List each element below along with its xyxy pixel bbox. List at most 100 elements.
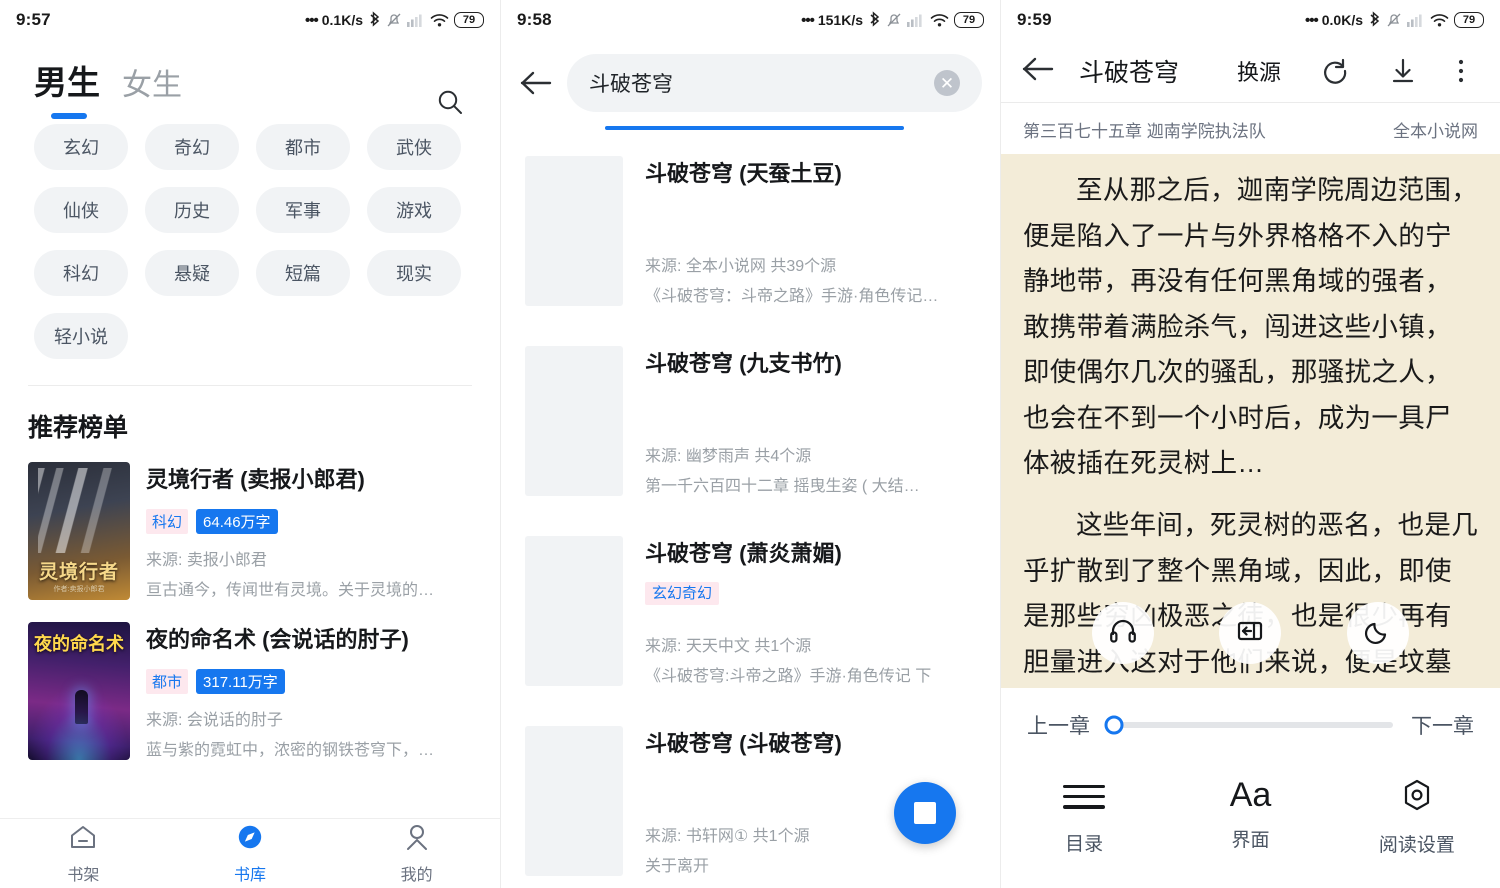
chip-category[interactable]: 现实 [367, 250, 461, 296]
recommended-book-list: 灵境行者 作者:卖报小郎君 灵境行者 (卖报小郎君) 科幻 64.46万字 来源… [0, 450, 500, 770]
book-cover: 灵境行者 作者:卖报小郎君 [28, 462, 130, 600]
status-clock: 9:58 [517, 10, 552, 29]
tab-active-underline [51, 113, 87, 119]
status-clock: 9:59 [1017, 10, 1052, 29]
tab-female-label: 女生 [122, 69, 182, 102]
result-title: 斗破苍穹 (九支书竹) [645, 351, 842, 376]
list-item[interactable]: 灵境行者 作者:卖报小郎君 灵境行者 (卖报小郎君) 科幻 64.46万字 来源… [20, 450, 480, 610]
signal-bars-icon [407, 12, 425, 28]
tool-label: 目录 [1065, 833, 1104, 855]
chip-category[interactable]: 悬疑 [145, 250, 239, 296]
battery-icon: 79 [954, 12, 984, 28]
chip-category[interactable]: 军事 [256, 187, 350, 233]
tab-male[interactable]: 男生 [34, 56, 100, 119]
status-net-speed: 0.1K/s [321, 12, 363, 28]
search-icon[interactable] [436, 88, 464, 121]
chip-category[interactable]: 短篇 [256, 250, 350, 296]
chip-category[interactable]: 都市 [256, 124, 350, 170]
status-net-speed: 0.0K/s [1321, 12, 1363, 28]
tab-female[interactable]: 女生 [122, 60, 182, 108]
next-chapter-button[interactable]: 下一章 [1411, 710, 1474, 740]
slider-knob[interactable] [1104, 715, 1124, 735]
status-clock: 9:57 [16, 10, 51, 29]
list-item[interactable]: 夜的命名术 夜的命名术 (会说话的肘子) 都市 317.11万字 来源: 会说话… [20, 610, 480, 770]
prev-chapter-button[interactable]: 上一章 [1027, 710, 1090, 740]
listen-button[interactable] [1091, 602, 1154, 664]
bell-muted-icon [1386, 11, 1402, 29]
search-app-bar: 斗破苍穹 ✕ [501, 40, 1000, 118]
night-mode-button[interactable] [1347, 602, 1410, 664]
genre-badge: 玄幻奇幻 [645, 582, 720, 605]
word-count-badge: 64.46万字 [196, 508, 278, 534]
search-input-value: 斗破苍穹 [589, 73, 673, 96]
headphones-icon [1108, 616, 1138, 651]
result-latest-chapter: 《斗破苍穹:斗帝之路》手游·角色传记 下 [645, 668, 932, 685]
genre-badge: 科幻 [146, 508, 189, 534]
chip-category[interactable]: 武侠 [367, 124, 461, 170]
table-row[interactable]: 斗破苍穹 (萧炎萧媚) 玄幻奇幻 来源: 天天中文 共1个源 《斗破苍穹:斗帝之… [501, 516, 1000, 706]
battery-icon: 79 [454, 12, 484, 28]
settings-gear-icon [1400, 778, 1434, 817]
more-vertical-icon[interactable] [1457, 57, 1465, 85]
category-chips: 玄幻 奇幻 都市 武侠 仙侠 历史 军事 游戏 科幻 悬疑 短篇 现实 轻小说 [0, 108, 500, 359]
wifi-icon [930, 13, 949, 28]
refresh-icon[interactable] [1321, 57, 1349, 85]
book-source: 来源: 会说话的肘子 [146, 711, 283, 729]
paragraph: 至从那之后，迦南学院周边范围，便是陷入了一片与外界格格不入的宁静地带，再没有任何… [1023, 175, 1478, 479]
bell-muted-icon [886, 11, 902, 29]
clear-circle-icon[interactable]: ✕ [934, 70, 960, 96]
chip-category[interactable]: 玄幻 [34, 124, 128, 170]
bottom-navigation: 书架 书库 我的 [0, 818, 500, 888]
chip-category[interactable]: 奇幻 [145, 124, 239, 170]
panel-reader: 9:59 ••• 0.0K/s 79 斗破苍穹 换源 第三百七十五章 迦南学院执… [1000, 0, 1500, 888]
status-dots: ••• [1304, 11, 1319, 29]
chip-category[interactable]: 仙侠 [34, 187, 128, 233]
home-icon [68, 823, 98, 856]
reader-content[interactable]: 至从那之后，迦南学院周边范围，便是陷入了一片与外界格格不入的宁静地带，再没有任何… [1001, 154, 1500, 688]
interface-button[interactable]: Aa 界面 [1167, 778, 1333, 857]
book-title: 灵境行者 (卖报小郎君) [146, 467, 365, 492]
chip-category[interactable]: 轻小说 [34, 313, 128, 359]
stop-search-button[interactable] [894, 782, 956, 844]
result-latest-chapter: 第一千六百四十二章 摇曳生姿 ( 大结… [645, 478, 920, 495]
chapter-progress-row: 上一章 下一章 [1001, 688, 1500, 752]
chip-category[interactable]: 科幻 [34, 250, 128, 296]
wifi-icon [430, 13, 449, 28]
chip-category[interactable]: 历史 [145, 187, 239, 233]
battery-icon: 79 [1454, 12, 1484, 28]
back-arrow-icon[interactable] [519, 70, 567, 96]
table-row[interactable]: 斗破苍穹 (九支书竹) 来源: 幽梦雨声 共4个源 第一千六百四十二章 摇曳生姿… [501, 326, 1000, 516]
table-row[interactable]: 斗破苍穹 (天蚕土豆) 来源: 全本小说网 共39个源 《斗破苍穹：斗帝之路》手… [501, 136, 1000, 326]
nav-item-bookshelf[interactable]: 书架 [0, 823, 167, 885]
status-bar-library: 9:57 ••• 0.1K/s 79 [0, 0, 500, 40]
list-icon [1063, 778, 1106, 816]
stop-square-icon [914, 802, 936, 824]
auto-page-icon [1235, 616, 1265, 651]
book-cover: 夜的命名术 [28, 622, 130, 760]
reading-progress-slider[interactable] [1104, 715, 1393, 735]
cover-figure [74, 690, 88, 725]
result-title: 斗破苍穹 (天蚕土豆) [645, 161, 842, 186]
chip-category[interactable]: 游戏 [367, 187, 461, 233]
word-count-badge: 317.11万字 [196, 668, 285, 694]
book-title: 夜的命名术 (会说话的肘子) [146, 627, 409, 652]
tool-label: 界面 [1231, 830, 1270, 851]
change-source-button[interactable]: 换源 [1237, 55, 1281, 87]
nav-item-library[interactable]: 书库 [167, 823, 334, 885]
reading-settings-button[interactable]: 阅读设置 [1334, 778, 1500, 857]
result-title: 斗破苍穹 (萧炎萧媚) [645, 541, 842, 566]
search-input[interactable]: 斗破苍穹 ✕ [567, 54, 982, 112]
toc-button[interactable]: 目录 [1001, 778, 1167, 857]
status-dots: ••• [304, 11, 319, 29]
status-dots: ••• [801, 11, 815, 29]
nav-label: 书架 [67, 866, 100, 884]
page-title: 推荐榜单 [28, 414, 129, 442]
nav-item-profile[interactable]: 我的 [333, 823, 500, 885]
download-icon[interactable] [1389, 57, 1417, 85]
reader-app-bar: 斗破苍穹 换源 [1001, 40, 1500, 102]
back-arrow-icon[interactable] [1021, 56, 1055, 87]
book-description: 蓝与紫的霓虹中，浓密的钢铁苍穹下，… [146, 741, 435, 759]
result-latest-chapter: 关于离开 [645, 858, 710, 875]
cover-title: 灵境行者 [38, 562, 119, 583]
book-description: 亘古通今，传闻世有灵境。关于灵境的… [146, 581, 435, 599]
